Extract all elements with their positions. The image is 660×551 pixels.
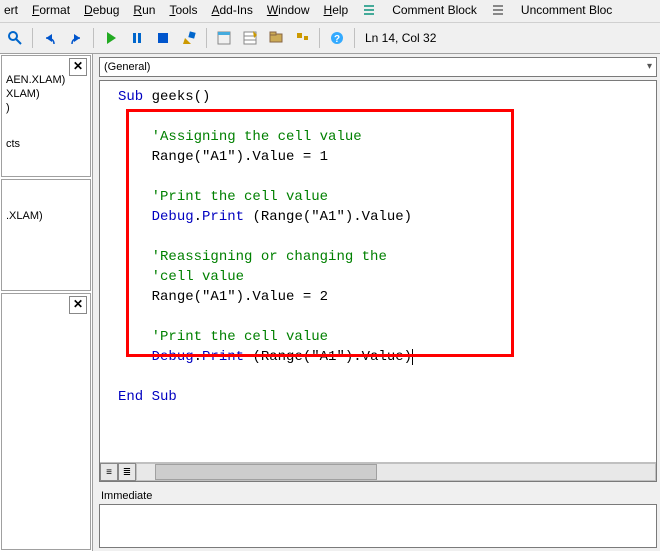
immediate-label: Immediate (99, 488, 657, 504)
design-mode-icon[interactable] (178, 27, 200, 49)
project-explorer-icon[interactable] (213, 27, 235, 49)
menu-tools[interactable]: Tools (169, 3, 197, 17)
close-icon[interactable]: ✕ (69, 58, 87, 76)
menu-comment-block[interactable]: Comment Block (392, 3, 477, 17)
scroll-track[interactable] (136, 463, 656, 481)
toolbox-icon[interactable] (291, 27, 313, 49)
menu-format[interactable]: Format (32, 3, 70, 17)
comment-block-icon (362, 2, 378, 18)
properties-panel: ✕ (1, 293, 91, 550)
svg-text:?: ? (334, 34, 340, 45)
object-dropdown[interactable]: (General) (99, 57, 657, 77)
left-side-panels: ✕ AEN.XLAM) XLAM) ) cts .XLAM) ✕ (0, 54, 93, 551)
menu-uncomment-block[interactable]: Uncomment Bloc (521, 3, 612, 17)
menu-bar: ert Format Debug Run Tools Add-Ins Windo… (0, 0, 660, 23)
menu-run[interactable]: Run (133, 3, 155, 17)
toolbar-sep (93, 28, 94, 48)
toolbar-sep (354, 28, 355, 48)
project-item[interactable]: ) (6, 102, 86, 114)
menu-help[interactable]: Help (324, 3, 349, 17)
immediate-window[interactable] (99, 504, 657, 548)
cursor-position: Ln 14, Col 32 (365, 31, 436, 45)
menu-addins[interactable]: Add-Ins (211, 3, 252, 17)
scroll-thumb[interactable] (155, 464, 377, 480)
menu-insert[interactable]: ert (4, 3, 18, 17)
find-icon[interactable] (4, 27, 26, 49)
object-browser-icon[interactable] (265, 27, 287, 49)
project-item[interactable]: XLAM) (6, 88, 86, 100)
project-item[interactable]: cts (6, 138, 86, 150)
project-item[interactable]: .XLAM) (6, 210, 86, 222)
stop-icon[interactable] (152, 27, 174, 49)
close-icon[interactable]: ✕ (69, 296, 87, 314)
toolbar-sep (206, 28, 207, 48)
toolbar-sep (32, 28, 33, 48)
horizontal-scrollbar[interactable]: ≡ ≣ (100, 462, 656, 481)
menu-window[interactable]: Window (267, 3, 310, 17)
highlight-box (126, 109, 514, 357)
redo-icon[interactable] (65, 27, 87, 49)
run-icon[interactable] (100, 27, 122, 49)
scroll-mode-icon[interactable]: ≡ (100, 463, 118, 481)
project-explorer-panel-2: .XLAM) (1, 179, 91, 291)
scroll-mode-icon[interactable]: ≣ (118, 463, 136, 481)
uncomment-block-icon (491, 2, 507, 18)
toolbar: ? Ln 14, Col 32 (0, 23, 660, 54)
toolbar-sep (319, 28, 320, 48)
help-icon[interactable]: ? (326, 27, 348, 49)
undo-icon[interactable] (39, 27, 61, 49)
code-editor[interactable]: Sub geeks() 'Assigning the cell value Ra… (99, 80, 657, 482)
code-area: (General) Sub geeks() 'Assigning the cel… (93, 54, 660, 551)
menu-debug[interactable]: Debug (84, 3, 119, 17)
properties-icon[interactable] (239, 27, 261, 49)
pause-icon[interactable] (126, 27, 148, 49)
project-explorer-panel: ✕ AEN.XLAM) XLAM) ) cts (1, 55, 91, 177)
